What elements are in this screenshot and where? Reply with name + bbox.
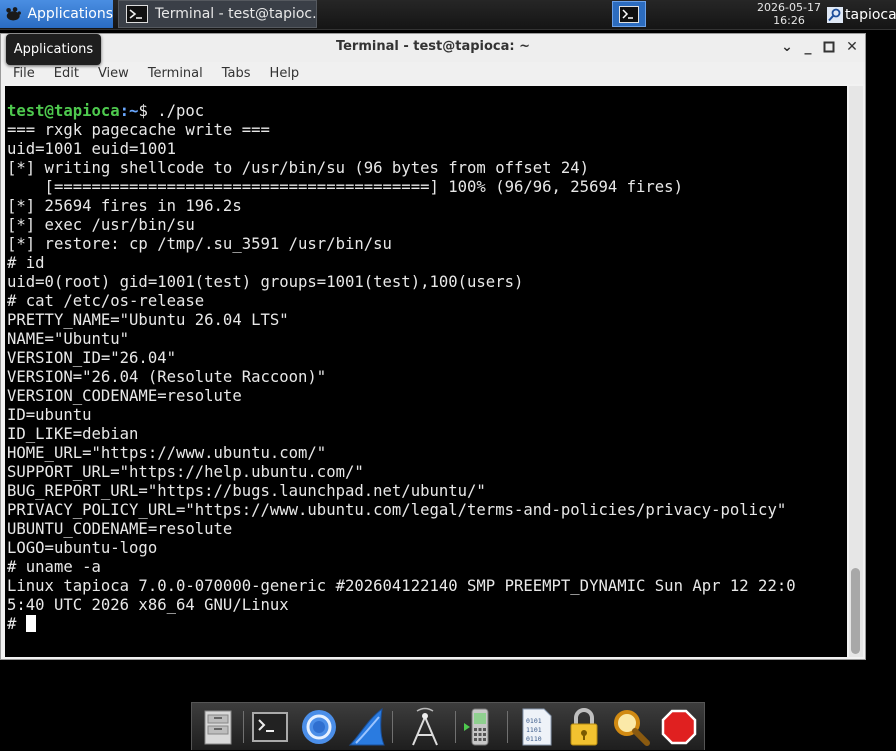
- user-search-icon: [827, 7, 843, 23]
- browser-icon[interactable]: [299, 707, 339, 747]
- top-panel: Applications Terminal - test@tapioc... 2…: [0, 0, 896, 30]
- network-icon[interactable]: [405, 707, 445, 747]
- search-icon[interactable]: [611, 707, 651, 747]
- prompt-command: $ ./poc: [138, 102, 205, 120]
- binary-file-icon[interactable]: 0101 1101 0110: [517, 707, 557, 747]
- dock-separator: [392, 711, 393, 743]
- terminal-icon: [126, 5, 148, 23]
- terminal-output: === rxgk pagecache write === uid=1001 eu…: [7, 121, 796, 614]
- terminal-window: Terminal - test@tapioca: ~ ⌄ _ ✕ File Ed…: [0, 33, 866, 660]
- workspace-switcher[interactable]: [612, 1, 646, 27]
- menu-edit[interactable]: Edit: [42, 66, 86, 81]
- minimize-button[interactable]: _: [800, 39, 816, 55]
- applications-menu-button[interactable]: Applications: [0, 0, 113, 28]
- user-menu-button[interactable]: tapioca: [827, 4, 896, 26]
- maximize-icon: [823, 41, 835, 53]
- svg-text:0110: 0110: [526, 735, 542, 743]
- window-titlebar[interactable]: Terminal - test@tapioca: ~ ⌄ _ ✕: [1, 34, 865, 62]
- prompt-user: test@tapioca: [7, 102, 120, 120]
- file-manager-icon[interactable]: [198, 707, 238, 747]
- applications-tooltip: Applications: [6, 34, 101, 65]
- scrollbar-thumb[interactable]: [851, 568, 860, 654]
- dock-separator: [507, 711, 508, 743]
- menu-bar: File Edit View Terminal Tabs Help: [1, 62, 865, 84]
- svg-text:1101: 1101: [526, 726, 542, 734]
- menu-tabs[interactable]: Tabs: [210, 66, 258, 81]
- root-prompt: #: [7, 615, 26, 633]
- dock-separator: [243, 711, 244, 743]
- clock-time: 16:26: [773, 14, 805, 27]
- wireshark-icon[interactable]: [346, 707, 386, 747]
- dock-separator: [455, 711, 456, 743]
- phone-icon[interactable]: [460, 707, 500, 747]
- stop-icon[interactable]: [659, 707, 699, 747]
- terminal-icon[interactable]: [250, 707, 290, 747]
- clock-date: 2026-05-17: [757, 1, 821, 14]
- svg-text:0101: 0101: [526, 717, 542, 725]
- terminal-icon: [619, 5, 639, 23]
- terminal-text: test@tapioca:~$ ./poc === rxgk pagecache…: [7, 102, 796, 634]
- text-cursor: [25, 615, 36, 632]
- menu-view[interactable]: View: [86, 66, 136, 81]
- menu-file[interactable]: File: [1, 66, 42, 81]
- close-button[interactable]: ✕: [844, 39, 860, 55]
- window-menu-icon[interactable]: ⌄: [779, 39, 795, 55]
- taskbar-terminal-title: Terminal - test@tapioc...: [155, 6, 317, 22]
- terminal-output-area[interactable]: test@tapioca:~$ ./poc === rxgk pagecache…: [5, 86, 847, 657]
- lock-icon[interactable]: [564, 707, 604, 747]
- user-name: tapioca: [845, 7, 896, 23]
- applications-label: Applications: [27, 6, 113, 22]
- terminal-scrollbar[interactable]: [849, 86, 863, 657]
- tooltip-text: Applications: [13, 42, 94, 57]
- prompt-path: :~: [119, 102, 139, 120]
- panel-clock[interactable]: 2026-05-17 16:26: [750, 1, 828, 27]
- menu-help[interactable]: Help: [258, 66, 307, 81]
- xfce-mouse-icon: [6, 7, 21, 21]
- menu-terminal[interactable]: Terminal: [136, 66, 210, 81]
- taskbar-terminal-button[interactable]: Terminal - test@tapioc...: [118, 0, 317, 28]
- window-title: Terminal - test@tapioca: ~: [335, 39, 531, 54]
- maximize-button[interactable]: [821, 39, 837, 55]
- bottom-dock: 0101 1101 0110: [191, 702, 705, 750]
